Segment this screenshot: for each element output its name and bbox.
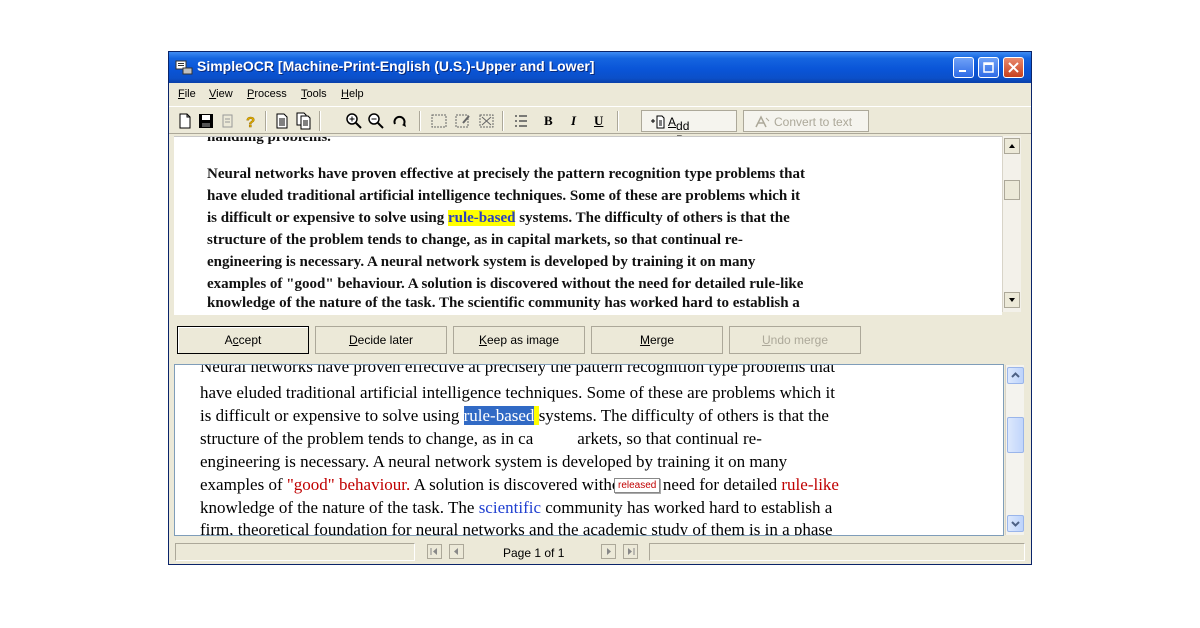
suspect-word[interactable]: rule-like (781, 475, 839, 494)
accept-button[interactable]: Accept (177, 326, 309, 354)
menu-view[interactable]: View (209, 88, 233, 100)
scroll-thumb[interactable] (1007, 417, 1024, 453)
toolbar-separator (502, 111, 504, 131)
editor-line: have eluded traditional artificial intel… (200, 383, 835, 402)
scan-line: engineering is necessary. A neural netwo… (207, 254, 756, 270)
close-button[interactable] (1003, 57, 1024, 78)
edit-region-icon[interactable] (454, 112, 472, 130)
list-icon[interactable] (512, 112, 530, 130)
editor-line: knowledge of the nature of the task. The… (200, 498, 833, 517)
close-icon (1008, 62, 1019, 73)
scan-cut-top-line: handling problems. (207, 136, 331, 145)
editor-line: examples of "good" behaviour. A solution… (200, 475, 839, 494)
toolbar-separator (319, 111, 321, 131)
scan-cut-bottom-line: knowledge of the nature of the task. The… (207, 295, 800, 311)
undo-merge-button[interactable]: Undo merge (729, 326, 861, 354)
scan-line: examples of "good" behaviour. A solution… (207, 276, 804, 292)
next-page-icon (607, 548, 611, 555)
toolbar-separator (617, 111, 619, 131)
page-indicator: Page 1 of 1 (503, 546, 565, 560)
italic-button[interactable]: I (571, 113, 576, 129)
zoom-in-icon[interactable] (345, 112, 363, 130)
scroll-up-button[interactable] (1004, 138, 1020, 154)
first-page-icon (430, 548, 437, 555)
scanned-text-block: Neural networks have proven effective at… (207, 163, 927, 295)
convert-to-text-button[interactable]: Convert to text (743, 110, 869, 132)
maximize-icon (983, 62, 994, 73)
scroll-down-button[interactable] (1004, 292, 1020, 308)
svg-text:?: ? (246, 114, 255, 130)
lower-scrollbar[interactable] (1005, 365, 1024, 535)
upper-scrollbar[interactable] (1002, 136, 1021, 312)
decide-later-button[interactable]: Decide later (315, 326, 447, 354)
arrow-up-icon (1009, 144, 1015, 148)
status-cell (175, 543, 415, 561)
scan-line: have eluded traditional artificial intel… (207, 188, 801, 204)
scan-line: is difficult or expensive to solve using… (207, 210, 790, 226)
editor-text-block[interactable]: have eluded traditional artificial intel… (200, 381, 839, 519)
title-bar[interactable]: SimpleOCR [Machine-Print-English (U.S.)-… (169, 52, 1031, 83)
editor-line: is difficult or expensive to solve using… (200, 406, 829, 425)
help-icon[interactable]: ? (241, 112, 259, 130)
editor-line: structure of the problem tends to change… (200, 429, 762, 448)
arrow-down-icon (1009, 298, 1015, 302)
menu-tools[interactable]: Tools (301, 88, 327, 100)
new-document-icon[interactable] (176, 112, 194, 130)
rotate-icon[interactable] (391, 112, 409, 130)
scroll-thumb[interactable] (1004, 180, 1020, 200)
first-page-button[interactable] (427, 544, 442, 559)
editor-cut-top-line: Neural networks have proven effective at… (200, 364, 836, 376)
add-page-button[interactable]: Add Page (641, 110, 737, 147)
app-window: SimpleOCR [Machine-Print-English (U.S.)-… (168, 51, 1032, 565)
editor-line: engineering is necessary. A neural netwo… (200, 452, 788, 471)
select-region-icon[interactable] (430, 112, 448, 130)
menu-help[interactable]: Help (341, 88, 364, 100)
scroll-up-button[interactable] (1007, 367, 1024, 384)
previous-page-icon (454, 548, 458, 555)
merge-button[interactable]: Merge (591, 326, 723, 354)
menu-process[interactable]: Process (247, 88, 287, 100)
delete-region-icon[interactable] (478, 112, 496, 130)
convert-icon (755, 115, 770, 128)
unknown-word[interactable]: scientific (479, 498, 541, 517)
scanned-image-pane[interactable]: handling problems. Neural networks have … (174, 136, 1002, 315)
scan-line: structure of the problem tends to change… (207, 232, 743, 248)
recognized-text-editor[interactable]: Neural networks have proven effective at… (174, 364, 1004, 536)
next-page-button[interactable] (601, 544, 616, 559)
zoom-out-icon[interactable] (367, 112, 385, 130)
status-bar: Page 1 of 1 (169, 540, 1031, 564)
minimize-button[interactable] (953, 57, 974, 78)
window-title: SimpleOCR [Machine-Print-English (U.S.)-… (197, 58, 595, 74)
editor-cut-bottom-line: firm, theoretical foundation for neural … (200, 520, 833, 536)
previous-page-button[interactable] (449, 544, 464, 559)
toolbar-separator (419, 111, 421, 131)
menu-file[interactable]: File (178, 88, 196, 100)
selected-suspect-word[interactable]: rule-based (463, 406, 535, 425)
scan-line: Neural networks have proven effective at… (207, 166, 805, 182)
chevron-down-icon (1011, 521, 1020, 527)
minimize-icon (959, 70, 966, 72)
toolbar: ? B I U Add Page Convert to text (169, 106, 1031, 147)
word-tooltip: released (614, 478, 661, 493)
verification-action-bar: Accept Decide later Keep as image Merge … (169, 318, 1031, 360)
maximize-button[interactable] (978, 57, 999, 78)
add-page-icon (651, 115, 665, 129)
status-cell (649, 543, 1025, 561)
scan-highlighted-word: rule-based (447, 210, 516, 226)
scroll-down-button[interactable] (1007, 515, 1024, 532)
scanner-icon[interactable] (219, 112, 237, 130)
toolbar-separator (265, 111, 267, 131)
last-page-button[interactable] (623, 544, 638, 559)
suspect-word[interactable]: "good" behaviour. (287, 475, 410, 494)
underline-button[interactable]: U (594, 113, 603, 129)
bold-button[interactable]: B (544, 113, 553, 129)
keep-as-image-button[interactable]: Keep as image (453, 326, 585, 354)
menu-bar: File View Process Tools Help (169, 84, 1031, 104)
pages-icon[interactable] (295, 112, 313, 130)
chevron-up-icon (1011, 372, 1020, 378)
save-icon[interactable] (197, 112, 215, 130)
last-page-icon (628, 548, 635, 555)
page-icon[interactable] (273, 112, 291, 130)
app-scanner-icon (175, 60, 193, 75)
